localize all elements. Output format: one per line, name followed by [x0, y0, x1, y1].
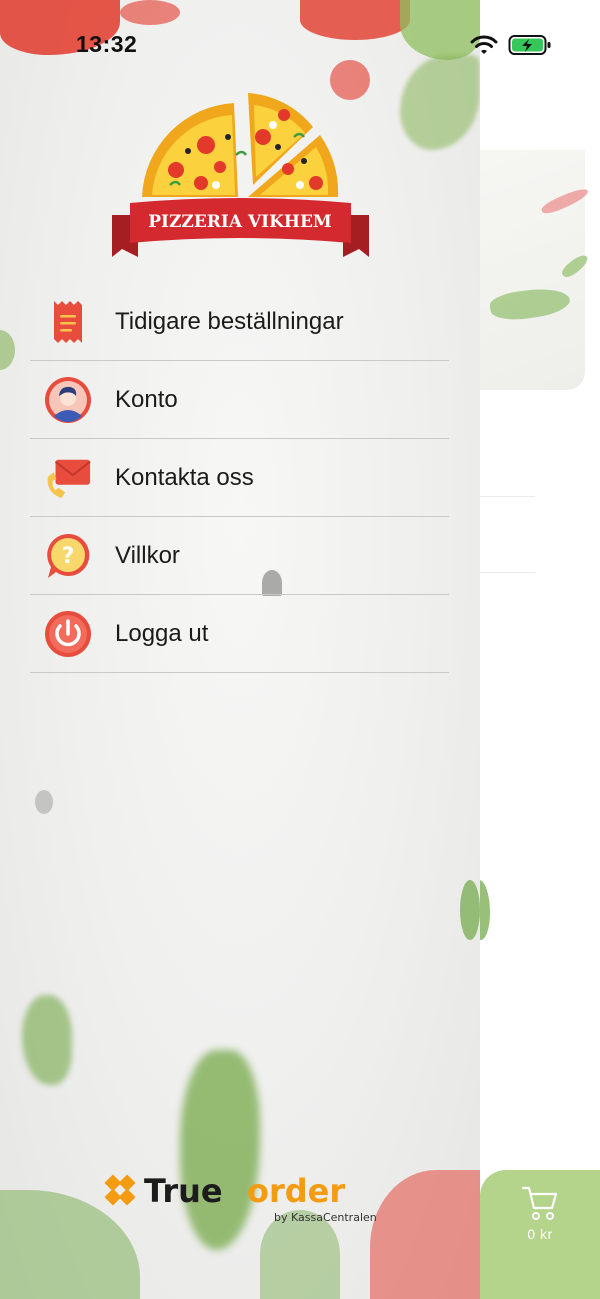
cart-total: 0 kr [527, 1226, 553, 1242]
menu-label: Tidigare beställningar [115, 307, 344, 335]
menu-label: Villkor [115, 541, 180, 569]
status-bar: 13:32 [0, 0, 600, 90]
battery-charging-icon [508, 35, 551, 55]
question-bubble-icon: ? [44, 532, 92, 580]
svg-text:?: ? [62, 544, 75, 569]
pizzeria-logo: PIZZERIA VIKHEM [112, 93, 369, 257]
mail-phone-icon [44, 454, 92, 502]
wifi-icon [470, 35, 498, 54]
shopping-cart-icon [521, 1186, 558, 1220]
status-time: 13:32 [76, 31, 138, 57]
menu-item-terms[interactable]: ? Villkor [30, 517, 449, 595]
side-drawer: PIZZERIA VIKHEM Tidigare beställningar K… [0, 0, 480, 1299]
user-avatar-icon [44, 376, 92, 424]
menu-item-previous-orders[interactable]: Tidigare beställningar [30, 283, 449, 361]
menu-item-account[interactable]: Konto [30, 361, 449, 439]
menu-label: Logga ut [115, 619, 209, 647]
cart-button[interactable]: 0 kr [480, 1170, 600, 1299]
background-screen [480, 0, 600, 1299]
trueorder-brand-logo: True order by KassaCentralen [104, 1172, 377, 1224]
brand-order: order [247, 1172, 345, 1210]
receipt-icon [44, 298, 92, 346]
power-icon [44, 610, 92, 658]
brand-true: True [144, 1172, 223, 1210]
menu-item-contact[interactable]: Kontakta oss [30, 439, 449, 517]
menu-label: Kontakta oss [115, 463, 254, 491]
brand-byline: by KassaCentralen [274, 1211, 377, 1224]
menu-item-logout[interactable]: Logga ut [30, 595, 449, 673]
drawer-menu: Tidigare beställningar Konto Kontakta os… [30, 283, 449, 673]
menu-label: Konto [115, 385, 178, 413]
logo-text: PIZZERIA VIKHEM [148, 212, 332, 232]
